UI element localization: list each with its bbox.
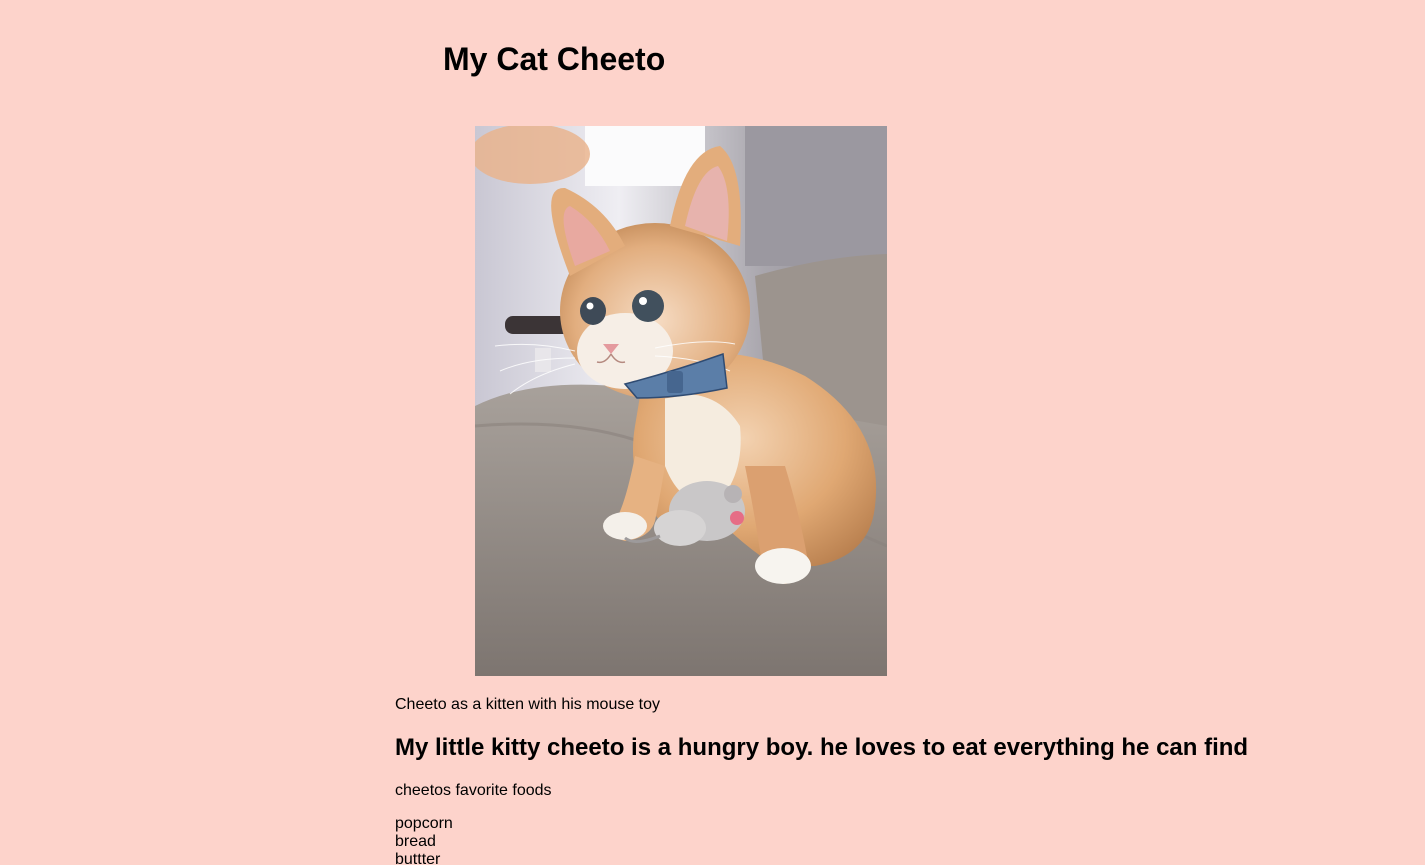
page-title: My Cat Cheeto bbox=[443, 41, 666, 77]
photo-caption: Cheeto as a kitten with his mouse toy bbox=[395, 696, 661, 713]
list-item: popcorn bbox=[395, 815, 453, 832]
page: My Cat Cheeto Cheeto as a kitten with hi… bbox=[0, 0, 1425, 865]
favorite-foods-list: popcorn bread buttter bbox=[395, 815, 453, 865]
cat-photo bbox=[475, 126, 887, 676]
list-item: buttter bbox=[395, 851, 441, 865]
cheeto-description-heading: My little kitty cheeto is a hungry boy. … bbox=[395, 734, 1249, 761]
favorite-foods-label: cheetos favorite foods bbox=[395, 782, 552, 799]
list-item: bread bbox=[395, 833, 436, 850]
